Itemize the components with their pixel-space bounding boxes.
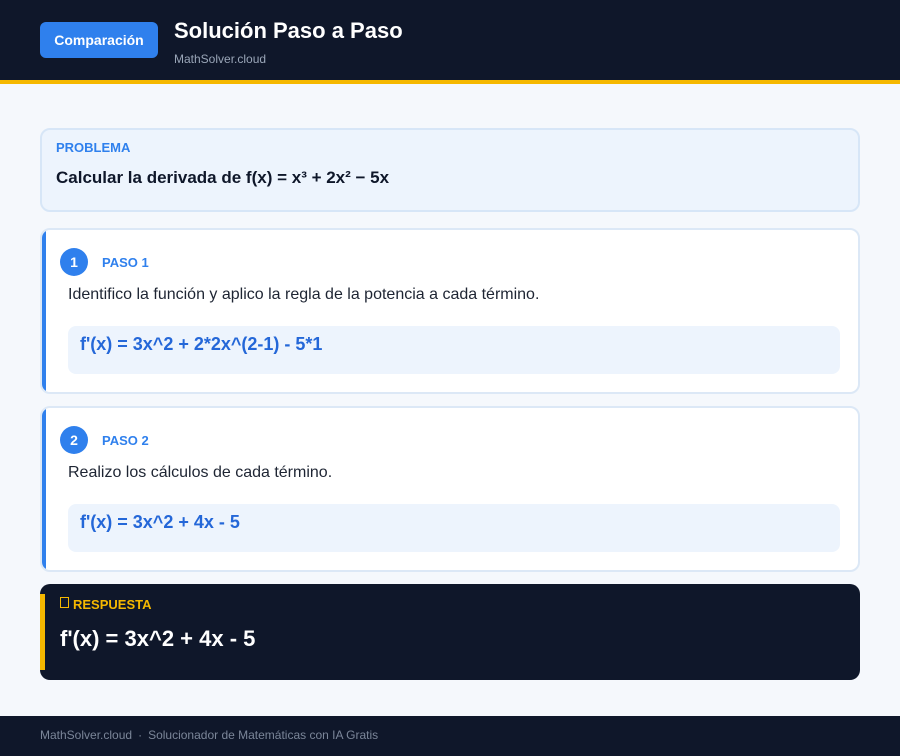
step-formula: f'(x) = 3x^2 + 4x - 5: [80, 512, 240, 532]
answer-text: f'(x) = 3x^2 + 4x - 5: [60, 626, 256, 651]
comparison-button[interactable]: Comparación: [40, 22, 158, 58]
footer: MathSolver.cloud · Solucionador de Matemát…: [0, 716, 900, 756]
step-number-badge: 2: [60, 426, 88, 454]
step-card-1: 1 PASO 1 Identifico la función y aplico …: [40, 228, 860, 394]
site-name: MathSolver.cloud: [174, 52, 267, 66]
step-card-2: 2 PASO 2 Realizo los cálculos de cada té…: [40, 406, 860, 572]
problem-card: PROBLEMA Calcular la derivada de f(x) = …: [40, 128, 860, 212]
answer-label: RESPUESTA: [73, 597, 152, 612]
problem-label: PROBLEMA: [56, 140, 131, 155]
answer-card: RESPUESTA f'(x) = 3x^2 + 4x - 5: [40, 584, 860, 680]
header: Comparación Solución Paso a Paso MathSol…: [0, 0, 900, 84]
step-formula-box: f'(x) = 3x^2 + 4x - 5: [68, 504, 840, 552]
footer-tagline: Solucionador de Matemáticas con IA Grati…: [148, 728, 379, 742]
footer-site-link[interactable]: MathSolver.cloud: [40, 728, 132, 742]
page-title: Solución Paso a Paso: [174, 18, 403, 43]
step-formula: f'(x) = 3x^2 + 2*2x^(2-1) - 5*1: [80, 334, 323, 354]
answer-accent-bar: [40, 594, 45, 670]
step-description: Realizo los cálculos de cada término.: [68, 464, 333, 481]
step-number-badge: 1: [60, 248, 88, 276]
document-icon: [60, 597, 69, 608]
step-accent-bar: [42, 408, 46, 570]
step-description: Identifico la función y aplico la regla …: [68, 286, 540, 303]
problem-text: Calcular la derivada de f(x) = x³ + 2x² …: [56, 168, 390, 187]
step-label: PASO 1: [102, 255, 149, 270]
step-label: PASO 2: [102, 433, 149, 448]
footer-separator: ·: [138, 728, 143, 742]
step-formula-box: f'(x) = 3x^2 + 2*2x^(2-1) - 5*1: [68, 326, 840, 374]
step-accent-bar: [42, 230, 46, 392]
